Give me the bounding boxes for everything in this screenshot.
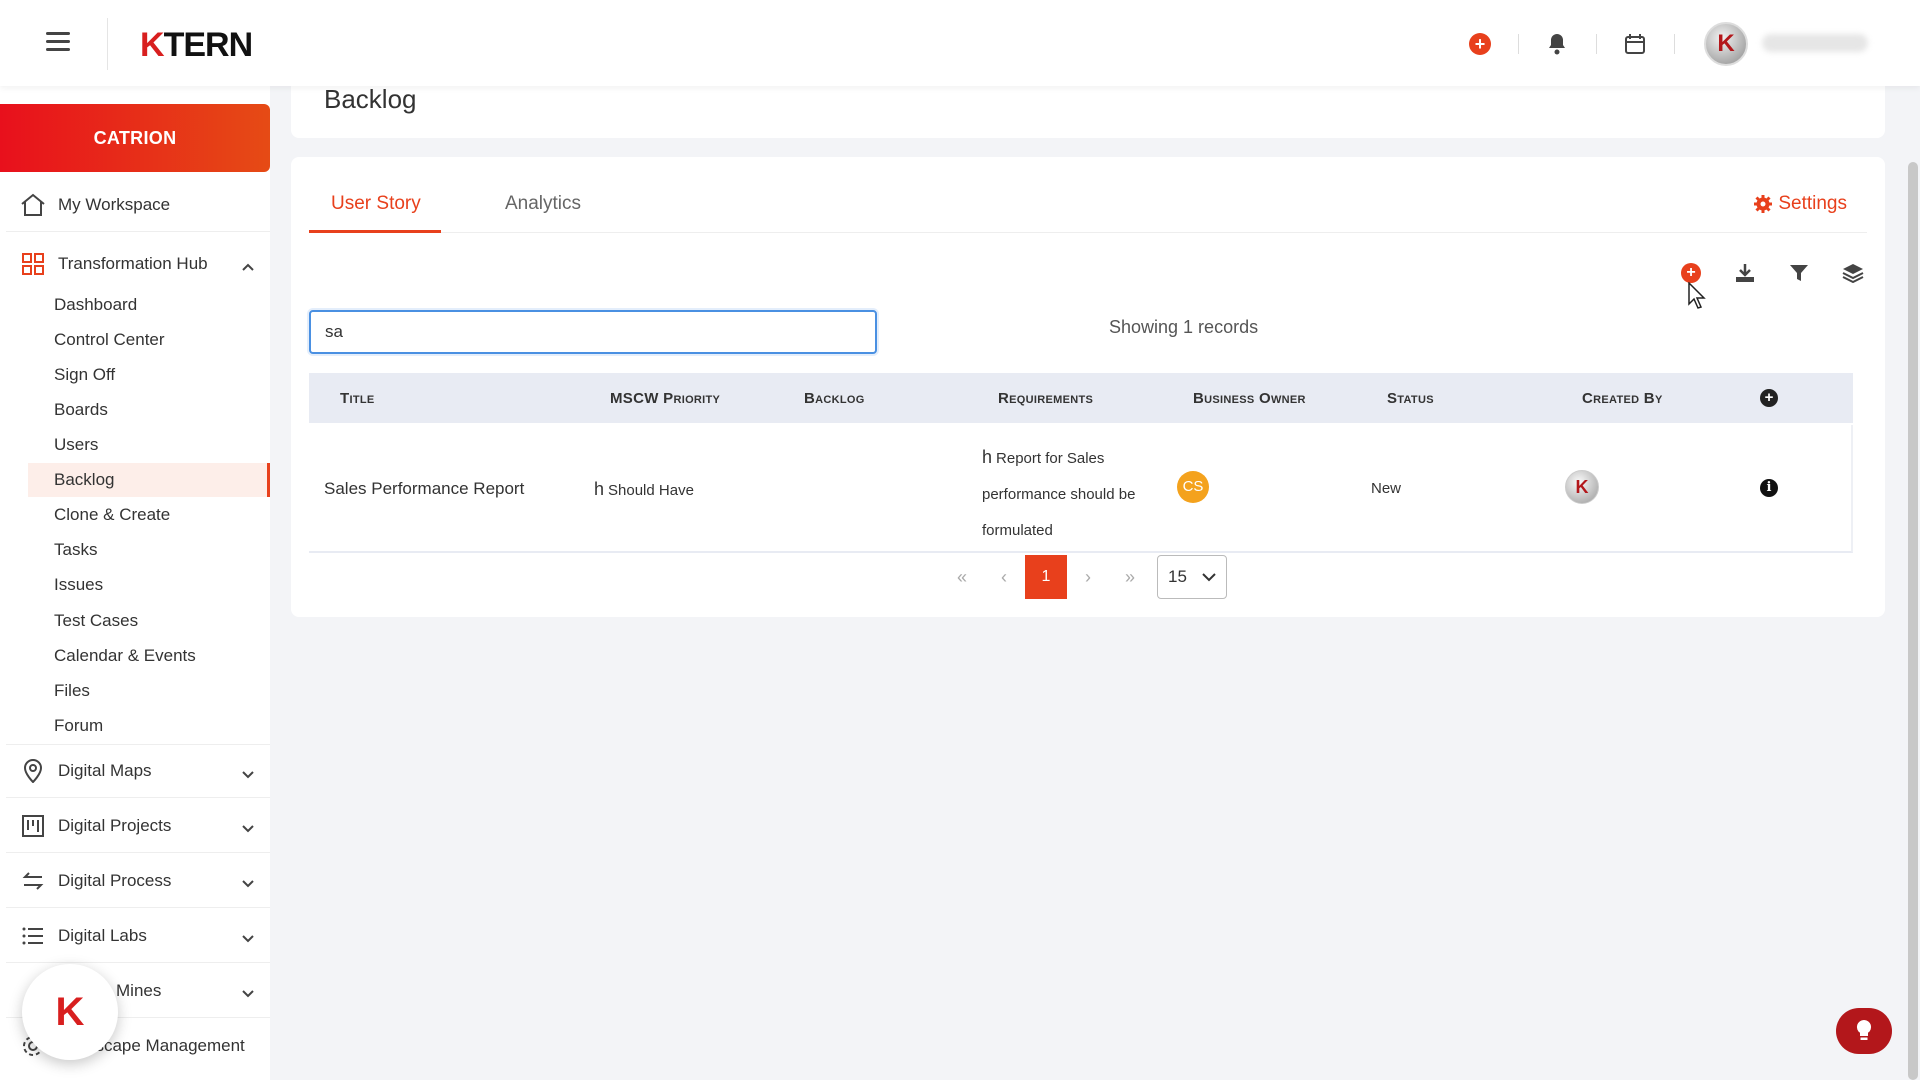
sidebar-item-dashboard[interactable]: Dashboard (28, 288, 270, 322)
download-icon[interactable] (1732, 260, 1758, 286)
column-header-business-owner[interactable]: Business Owner (1193, 390, 1306, 407)
page-title: Backlog (324, 84, 417, 114)
chevron-down-icon (242, 764, 254, 784)
arrows-exchange-icon (18, 866, 48, 896)
user-avatar[interactable]: K (1704, 22, 1748, 66)
info-icon[interactable]: i (1760, 479, 1778, 497)
row-priority: h Should Have (594, 479, 694, 499)
sidebar-item-clone-create[interactable]: Clone & Create (28, 498, 270, 532)
gear-icon (1754, 195, 1773, 213)
sidebar-item-forum[interactable]: Forum (28, 709, 270, 743)
chevron-down-icon (242, 873, 254, 893)
notification-bell-icon[interactable] (1545, 32, 1569, 56)
row-title[interactable]: Sales Performance Report (324, 479, 524, 499)
quick-add-icon[interactable]: + (1468, 32, 1492, 56)
sidebar-item-test-cases[interactable]: Test Cases (28, 604, 270, 638)
map-pin-icon (18, 756, 48, 786)
sidebar-item-control-center[interactable]: Control Center (28, 323, 270, 357)
active-tab-indicator (309, 230, 441, 233)
last-page-button[interactable]: » (1109, 555, 1151, 599)
first-page-button[interactable]: « (941, 555, 983, 599)
calendar-icon[interactable] (1623, 32, 1647, 56)
row-status: New (1371, 480, 1402, 497)
nav-digital-labs[interactable]: Digital Labs (6, 909, 270, 963)
prev-page-button[interactable]: ‹ (983, 555, 1025, 599)
add-column-icon[interactable]: + (1760, 389, 1778, 407)
next-page-button[interactable]: › (1067, 555, 1109, 599)
sidebar-item-backlog[interactable]: Backlog (28, 463, 270, 497)
created-by-avatar[interactable]: K (1565, 470, 1599, 504)
row-requirements: h Report for Sales performance should be … (982, 447, 1136, 539)
sidebar-item-calendar-events[interactable]: Calendar & Events (28, 639, 270, 673)
column-header-created-by[interactable]: Created By (1582, 390, 1663, 407)
sidebar-item-tasks[interactable]: Tasks (28, 533, 270, 567)
page-1-button[interactable]: 1 (1025, 555, 1067, 599)
search-input[interactable] (309, 310, 877, 354)
sidebar: CATRION My Workspace Transformation Hub … (0, 86, 270, 1080)
tab-user-story[interactable]: User Story (331, 193, 421, 215)
hamburger-menu-icon[interactable] (46, 32, 70, 52)
filter-icon[interactable] (1786, 260, 1812, 286)
sidebar-item-sign-off[interactable]: Sign Off (28, 358, 270, 392)
org-banner[interactable]: CATRION (0, 104, 270, 172)
list-icon (18, 921, 48, 951)
scrollbar-thumb[interactable] (1908, 162, 1918, 1080)
business-owner-avatar[interactable]: CS (1177, 471, 1209, 503)
sidebar-item-files[interactable]: Files (28, 674, 270, 708)
nav-digital-process[interactable]: Digital Process (6, 854, 270, 908)
mouse-cursor-icon (1688, 281, 1708, 315)
divider (107, 18, 108, 70)
records-count: Showing 1 records (1109, 317, 1259, 337)
sidebar-item-boards[interactable]: Boards (28, 393, 270, 427)
column-header-backlog[interactable]: Backlog (804, 390, 865, 407)
grid-icon (18, 249, 48, 279)
sidebar-item-users[interactable]: Users (28, 428, 270, 462)
chevron-down-icon (242, 928, 254, 948)
page-size-select[interactable]: 15 (1157, 555, 1227, 599)
kanban-icon (18, 811, 48, 841)
lightbulb-help-button[interactable] (1836, 1008, 1892, 1054)
table-row[interactable]: Sales Performance Report h Should Have hR… (309, 425, 1853, 553)
settings-button[interactable]: Settings (1754, 193, 1847, 215)
tab-analytics[interactable]: Analytics (505, 193, 581, 215)
sidebar-item-issues[interactable]: Issues (28, 568, 270, 602)
layers-icon[interactable] (1840, 260, 1866, 286)
top-bar: KTERN + K (0, 0, 1920, 86)
lightbulb-icon (1856, 1019, 1872, 1040)
column-header-title[interactable]: Title (340, 390, 375, 407)
chevron-down-icon (1202, 556, 1216, 598)
column-header-status[interactable]: Status (1387, 390, 1434, 407)
ktern-assistant-button[interactable]: K (22, 964, 118, 1060)
nav-transformation-hub[interactable]: Transformation Hub (6, 237, 270, 291)
backlog-card: User Story Analytics Settings + Showing … (291, 157, 1885, 617)
nav-digital-projects[interactable]: Digital Projects (6, 799, 270, 853)
chevron-up-icon (242, 256, 254, 276)
nav-digital-maps[interactable]: Digital Maps (6, 744, 270, 798)
column-header-mscw-priority[interactable]: MSCW Priority (610, 390, 720, 407)
chevron-down-icon (242, 983, 254, 1003)
tab-bar: User Story Analytics Settings (309, 157, 1867, 233)
nav-my-workspace[interactable]: My Workspace (6, 178, 270, 232)
user-name-blurred[interactable] (1762, 34, 1868, 52)
ktern-logo[interactable]: KTERN (140, 26, 253, 65)
table-header: Title MSCW Priority Backlog Requirements… (309, 373, 1853, 423)
home-icon (18, 190, 48, 220)
column-header-requirements[interactable]: Requirements (998, 390, 1093, 407)
chevron-down-icon (242, 818, 254, 838)
